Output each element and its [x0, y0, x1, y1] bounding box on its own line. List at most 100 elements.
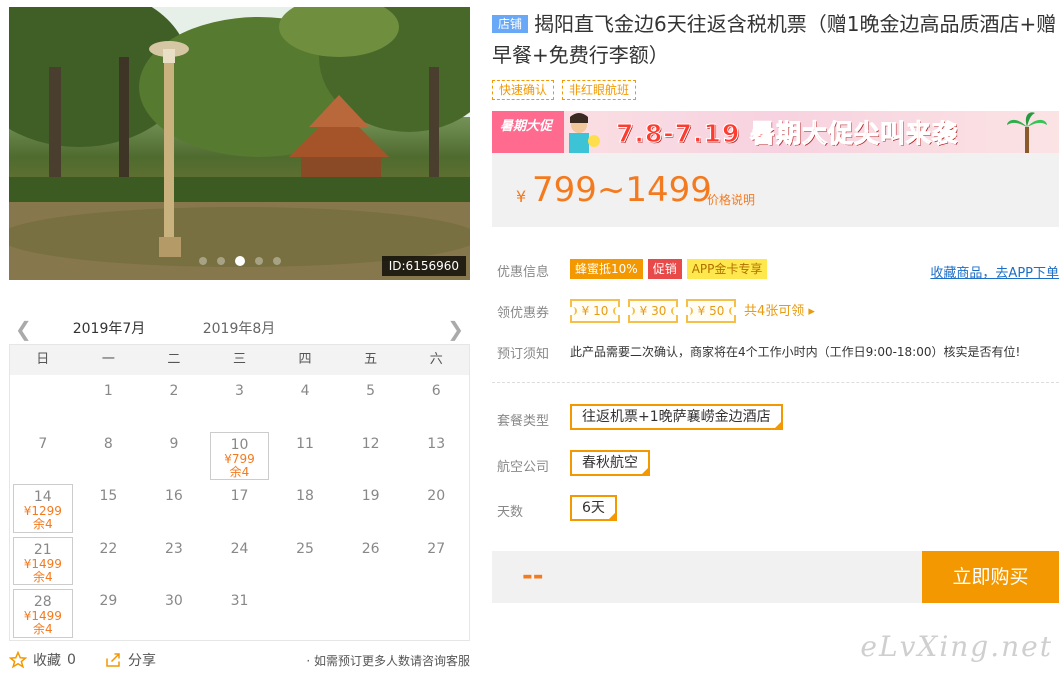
coupon-10[interactable]: ¥ 10	[569, 299, 621, 323]
total-price-placeholder: --	[522, 561, 544, 591]
airline-options: 春秋航空	[570, 450, 650, 476]
photo-actions: 收藏 0 分享 · 如需预订更多人数请咨询客服	[9, 650, 470, 672]
calendar-day-number: 26	[361, 540, 380, 557]
weekday-tue: 二	[167, 352, 181, 367]
coupon-list: ¥ 10 ¥ 30 ¥ 50 共4张可领 ▸	[569, 299, 815, 323]
departure-calendar: 日 一 二 三 四 五 六 1 2 3 4 5 6 7 8 9 10 ¥799 余4 11 12 13 14 ¥…	[9, 344, 470, 641]
calendar-day: 18	[272, 480, 338, 533]
park-scene-image	[9, 7, 470, 280]
calendar-day-number: 2	[169, 383, 179, 399]
calendar-day-available[interactable]: 14 ¥1299 余4	[13, 484, 73, 533]
package-label: 套餐类型	[497, 414, 550, 429]
coupon-more-link[interactable]: 共4张可领 ▸	[744, 304, 815, 319]
calendar-day: 1	[76, 375, 142, 428]
badge-promotion: 促销	[647, 259, 682, 279]
calendar-day-number: 14	[33, 489, 52, 506]
calendar-day: 31	[207, 585, 273, 638]
weekday-thu: 四	[298, 352, 312, 367]
calendar-day-number: 21	[33, 541, 52, 558]
banner-text: 7.8-7.19 暑期大促尖叫来袭	[615, 119, 959, 149]
tag-fast-confirm: 快速确认	[492, 80, 555, 100]
palm-tree-icon	[1007, 112, 1047, 153]
calendar-day-number: 27	[427, 540, 446, 557]
calendar-day: 25	[272, 533, 338, 586]
notice-label: 预订须知	[497, 347, 550, 362]
section-divider	[492, 382, 1059, 383]
calendar-day-number: 5	[366, 383, 376, 399]
buy-now-button[interactable]: 立即购买	[922, 551, 1059, 603]
summer-sale-banner[interactable]: 暑期大促 7.8-7.19 暑期大促尖叫来袭	[492, 111, 1059, 153]
calendar-day-number: 25	[296, 540, 314, 557]
carousel-dot[interactable]	[272, 257, 281, 265]
carousel-dot[interactable]	[216, 257, 225, 265]
weekday-fri: 五	[364, 352, 378, 367]
price-currency: ¥	[516, 187, 527, 206]
favorite-button[interactable]: 收藏 0	[9, 650, 76, 670]
tag-no-redeye: 非红眼航班	[562, 80, 637, 100]
calendar-day: 7	[10, 428, 76, 481]
calendar-days-grid: 1 2 3 4 5 6 7 8 9 10 ¥799 余4 11 12 13 14 ¥1299 余4 15 16 17 18…	[10, 375, 469, 638]
price-help-link[interactable]: 价格说明	[707, 191, 755, 208]
calendar-day-number: 22	[99, 540, 118, 557]
coupon-50[interactable]: ¥ 50	[685, 299, 737, 323]
airline-label: 航空公司	[497, 460, 550, 475]
calendar-day-stock: 余4	[229, 464, 250, 479]
calendar-day: 3	[207, 375, 273, 428]
calendar-day-number: 11	[296, 435, 314, 452]
calendar-day	[338, 585, 404, 638]
calendar-day-available[interactable]: 21 ¥1499 余4	[13, 536, 73, 586]
calendar-day-number: 16	[165, 488, 183, 505]
calendar-day-number: 30	[165, 593, 183, 610]
weekday-wed: 三	[232, 352, 246, 367]
calendar-day: 15	[76, 480, 142, 533]
package-option-selected[interactable]: 往返机票+1晚萨襄崂金边酒店	[570, 404, 783, 430]
calendar-day: 11	[272, 428, 338, 481]
calendar-day-number: 29	[99, 593, 118, 610]
product-title-block: 店铺 揭阳直飞金边6天往返含税机票（赠1晚金边高品质酒店+赠早餐+免费行李额）	[492, 9, 1058, 71]
calendar-day-price: ¥1499	[23, 556, 62, 571]
favorite-label: 收藏	[33, 653, 61, 669]
calendar-day: 24	[207, 533, 273, 586]
next-month-arrow-icon[interactable]: ❯	[447, 317, 464, 341]
product-title: 揭阳直飞金边6天往返含税机票（赠1晚金边高品质酒店+赠早餐+免费行李额）	[492, 12, 1057, 67]
calendar-day: 19	[338, 480, 404, 533]
product-photo[interactable]: ID:6156960	[9, 7, 470, 280]
calendar-day	[272, 585, 338, 638]
calendar-day-price: ¥799	[224, 451, 255, 466]
group-booking-note: · 如需预订更多人数请咨询客服	[306, 654, 470, 668]
calendar-day-number: 17	[230, 488, 249, 505]
calendar-day-available[interactable]: 10 ¥799 余4	[209, 431, 270, 481]
calendar-day: 22	[76, 533, 142, 586]
carousel-dot[interactable]	[234, 256, 245, 266]
calendar-day-number: 10	[230, 436, 249, 453]
badge-honey-deduct: 蜂蜜抵10%	[570, 259, 643, 279]
calendar-day-number: 1	[103, 383, 113, 399]
discount-label: 优惠信息	[497, 265, 550, 280]
calendar-day-number: 3	[235, 383, 244, 399]
airline-option-selected[interactable]: 春秋航空	[570, 450, 650, 476]
calendar-day	[403, 585, 469, 638]
coupon-30[interactable]: ¥ 30	[627, 299, 679, 323]
calendar-day: 20	[403, 480, 469, 533]
days-option-selected[interactable]: 6天	[570, 495, 617, 521]
share-button[interactable]: 分享	[104, 650, 156, 670]
calendar-day-stock: 余4	[32, 517, 53, 532]
favorite-go-app-link[interactable]: 收藏商品，去APP下单	[930, 262, 1059, 281]
package-options: 往返机票+1晚萨襄崂金边酒店	[570, 404, 783, 430]
photo-id-label: ID:6156960	[381, 256, 466, 276]
carousel-dot[interactable]	[254, 257, 263, 265]
weekday-sat: 六	[429, 352, 443, 367]
discount-badges: 蜂蜜抵10% 促销 APP金卡专享	[570, 259, 772, 279]
carousel-dot[interactable]	[198, 257, 207, 265]
calendar-day-number: 4	[300, 383, 310, 399]
prev-month-arrow-icon[interactable]: ❮	[15, 317, 32, 341]
purchase-bar: -- 立即购买	[492, 551, 1059, 603]
calendar-weekday-header: 日 一 二 三 四 五 六	[10, 345, 469, 375]
calendar-day-number: 7	[38, 435, 48, 452]
calendar-day: 6	[403, 375, 469, 428]
calendar-day-number: 24	[230, 540, 249, 557]
share-icon	[106, 653, 120, 667]
calendar-day-available[interactable]: 28 ¥1499 余4	[13, 589, 73, 638]
calendar-day: 2	[141, 375, 207, 428]
calendar-day: 16	[141, 480, 207, 533]
